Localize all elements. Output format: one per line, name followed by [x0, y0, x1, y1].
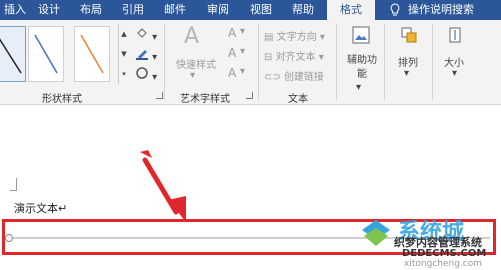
watermark-url: DEDECMS.COM	[402, 248, 487, 259]
tab-references[interactable]: 引用	[114, 0, 152, 20]
shape-style-gallery	[0, 24, 118, 84]
tab-help[interactable]: 帮助	[284, 0, 322, 20]
wordart-group-label: 艺术字样式	[180, 94, 230, 105]
separator	[336, 24, 337, 100]
tab-mailings[interactable]: 邮件	[156, 0, 194, 20]
quick-styles-button[interactable]: 快速样式	[176, 56, 216, 71]
size-icon[interactable]	[446, 26, 464, 47]
accessibility-button[interactable]: 辅助功能	[346, 54, 378, 82]
shape-styles-launcher-icon[interactable]	[156, 92, 163, 99]
text-group-label: 文本	[288, 94, 308, 105]
quick-styles-icon[interactable]: A	[184, 24, 199, 49]
shape-styles-group-label: 形状样式	[42, 94, 82, 105]
text-outline-dropdown-icon[interactable]: ▾	[240, 46, 245, 57]
lightbulb-icon	[390, 3, 400, 16]
shape-outline-button[interactable]: ▾	[135, 46, 157, 63]
text-effects-button[interactable]: A	[228, 66, 236, 80]
shape-fill-button[interactable]: ▾	[135, 26, 157, 43]
shape-effects-button[interactable]: ▾	[135, 66, 157, 83]
text-fill-dropdown-icon[interactable]: ▾	[240, 26, 245, 37]
align-text-button[interactable]: ⊟ 对齐文本 ▾	[264, 48, 324, 63]
separator	[164, 24, 165, 100]
align-text-label: 对齐文本	[275, 52, 316, 63]
paint-bucket-icon	[137, 28, 147, 38]
create-link-label: 创建链接	[283, 72, 324, 83]
create-link-button[interactable]: ⊂⊃ 创建链接	[264, 68, 324, 83]
tab-format[interactable]: 格式	[327, 0, 375, 22]
gallery-down-icon[interactable]: ▼	[119, 44, 129, 64]
shape-style-black-line[interactable]	[0, 26, 26, 82]
tab-layout[interactable]: 布局	[72, 0, 110, 20]
alt-text-icon[interactable]	[352, 26, 370, 47]
arrange-dropdown-icon[interactable]: ▾	[404, 68, 409, 79]
arrange-button[interactable]: 排列	[398, 54, 418, 69]
shape-style-orange-line[interactable]	[74, 26, 110, 82]
tab-view[interactable]: 视图	[242, 0, 280, 20]
arrange-icon[interactable]	[400, 26, 418, 47]
shape-effects-icon	[136, 67, 148, 79]
wordart-launcher-icon[interactable]	[246, 92, 253, 99]
text-effects-dropdown-icon[interactable]: ▾	[240, 66, 245, 77]
text-fill-button[interactable]: A	[228, 26, 236, 40]
accessibility-dropdown-icon[interactable]: ▾	[356, 82, 361, 93]
watermark-url-secondary: xitongcheng.com	[404, 259, 482, 269]
gallery-up-icon[interactable]: ▲	[119, 24, 129, 44]
pen-outline-icon	[136, 50, 148, 60]
quick-styles-dropdown-icon[interactable]: ▾	[190, 70, 195, 81]
size-dropdown-icon[interactable]: ▾	[452, 68, 457, 79]
tab-review[interactable]: 审阅	[199, 0, 237, 20]
document-paragraph[interactable]: 演示文本↵	[14, 200, 67, 216]
text-direction-label: 文字方向	[276, 32, 317, 43]
separator	[432, 24, 433, 100]
size-button[interactable]: 大小	[444, 54, 464, 69]
ribbon-format: ▲ ▼ ▾ ▾ ▾ ▾ 形状样式 A 快速样式 ▾ A A A ▾ ▾ ▾ 艺术…	[0, 20, 501, 105]
tab-design[interactable]: 设计	[30, 0, 68, 20]
gallery-more-icon[interactable]: ▾	[119, 64, 129, 84]
shape-style-blue-line[interactable]	[28, 26, 64, 82]
gallery-scroll[interactable]: ▲ ▼ ▾	[118, 24, 129, 84]
watermark-logo-icon	[362, 220, 390, 246]
separator	[384, 24, 385, 100]
tab-insert[interactable]: 插入	[0, 0, 30, 20]
ribbon-tab-bar: 插入 设计 布局 引用 邮件 审阅 视图 帮助 格式 操作说明搜索	[0, 0, 501, 22]
text-outline-button[interactable]: A	[228, 46, 236, 60]
search-label: 操作说明搜索	[408, 3, 474, 16]
separator	[258, 24, 259, 100]
text-margin-corner	[10, 178, 17, 191]
tell-me-search[interactable]: 操作说明搜索	[382, 0, 501, 20]
text-direction-button[interactable]: ▤ 文字方向 ▾	[264, 28, 325, 43]
